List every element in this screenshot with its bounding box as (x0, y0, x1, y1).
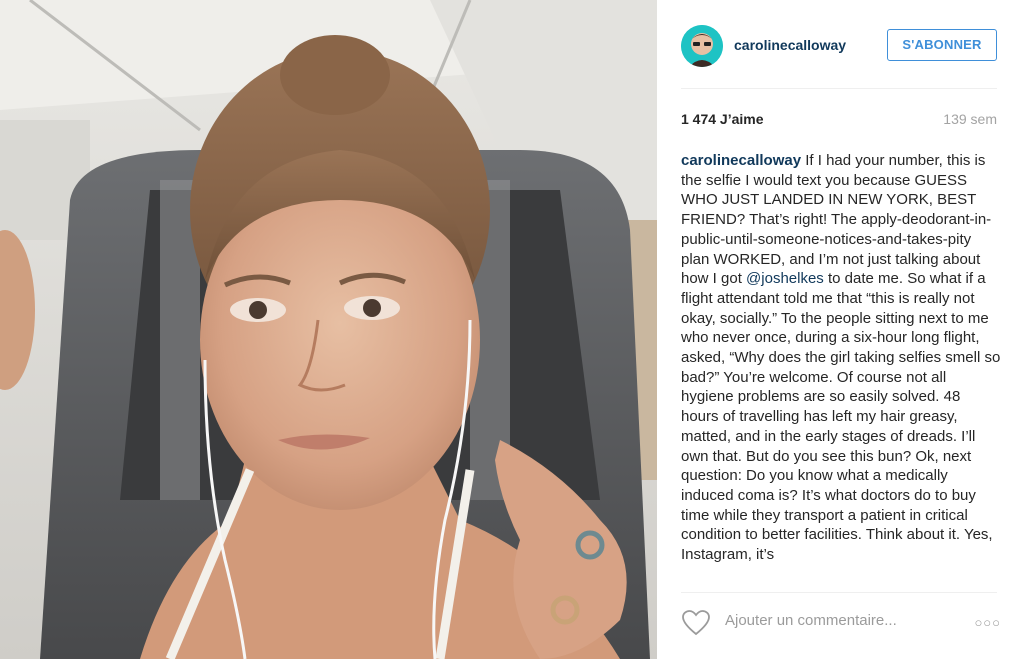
divider (681, 88, 997, 89)
follow-button[interactable]: S'ABONNER (887, 29, 997, 61)
ellipsis-icon[interactable]: ○○○ (974, 615, 1001, 630)
likes-count[interactable]: 1 474 J’aime (681, 111, 764, 127)
username-link[interactable]: carolinecalloway (734, 37, 846, 53)
caption-text-continued: to date me. So what if a flight attendan… (681, 270, 1001, 564)
post-photo[interactable] (0, 0, 657, 659)
comment-input[interactable]: Ajouter un commentaire... (725, 612, 897, 629)
post-details-panel: carolinecalloway S'ABONNER 1 474 J’aime … (657, 0, 1024, 659)
selfie-image (0, 0, 657, 659)
divider (681, 592, 997, 593)
caption-username-link[interactable]: carolinecalloway (681, 152, 801, 169)
avatar-image (681, 25, 723, 67)
caption-mention-link[interactable]: @joshelkes (746, 270, 824, 287)
avatar[interactable] (681, 25, 723, 67)
heart-outline-icon[interactable] (681, 609, 711, 637)
post-caption: carolinecalloway If I had your number, t… (681, 151, 1001, 587)
comment-bar: Ajouter un commentaire... ○○○ (681, 606, 1001, 638)
caption-text: If I had your number, this is the selfie… (681, 152, 992, 288)
post-header: carolinecalloway S'ABONNER (681, 22, 997, 72)
post-time[interactable]: 139 sem (943, 111, 997, 127)
